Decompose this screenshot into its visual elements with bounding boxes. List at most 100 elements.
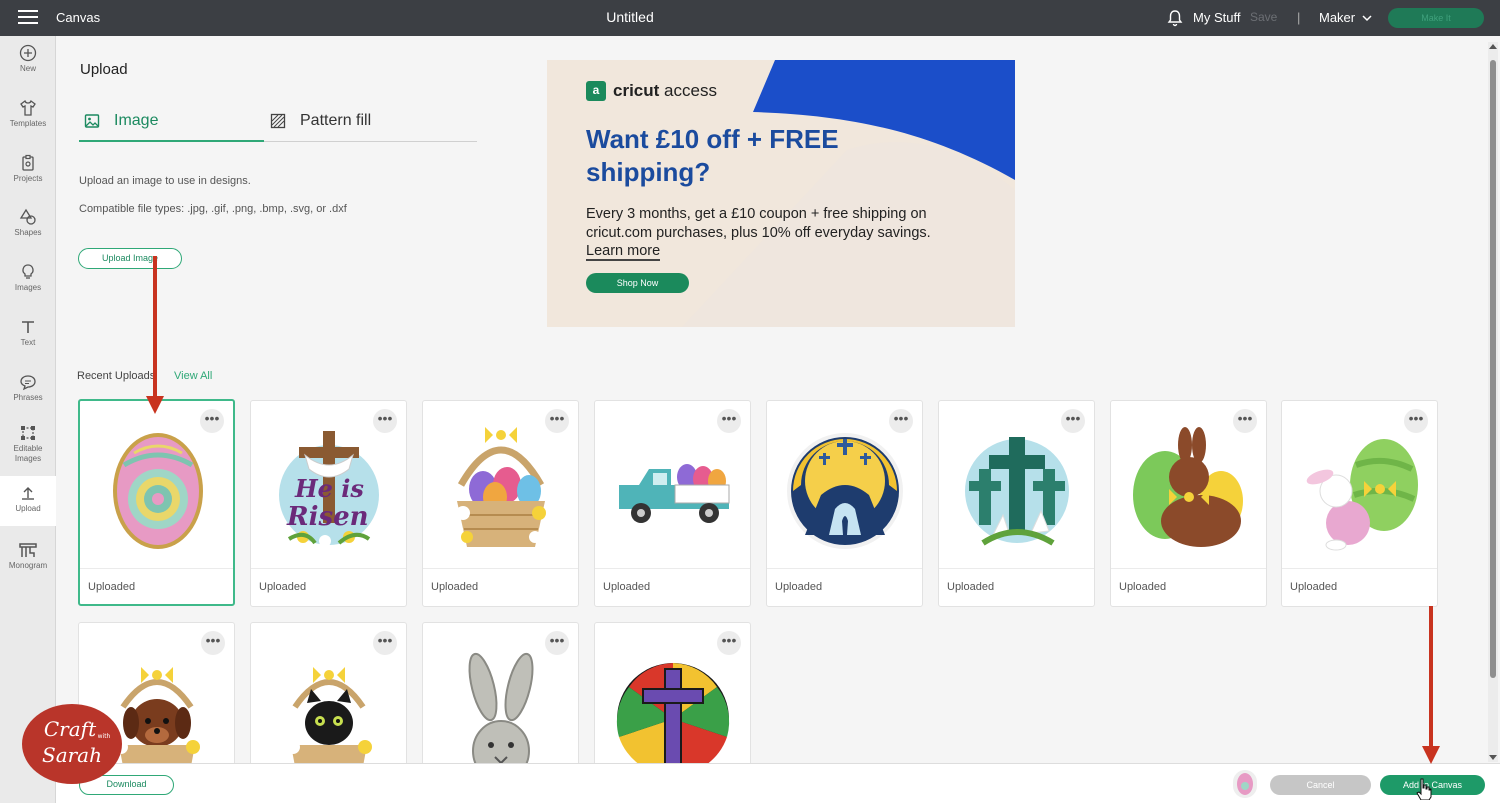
easter-egg-mandala-image — [113, 433, 203, 549]
scroll-down-arrow-icon[interactable] — [1489, 755, 1497, 760]
svg-text:with: with — [98, 733, 111, 740]
upload-card-easter-basket[interactable]: ••• Uploaded — [422, 400, 579, 607]
compatible-file-types: Compatible file types: .jpg, .gif, .png,… — [79, 203, 347, 215]
shapes-icon — [19, 208, 36, 225]
chocolate-bunny-image — [1133, 427, 1243, 547]
sidebar-item-label: New — [19, 64, 36, 73]
plus-circle-icon — [19, 44, 37, 62]
active-tab-indicator — [79, 140, 264, 142]
stained-glass-cross-image — [616, 663, 730, 776]
scrollbar-thumb[interactable] — [1490, 60, 1496, 678]
sidebar-item-label: Projects — [13, 174, 43, 183]
sidebar-item-label: Images — [14, 283, 42, 292]
sidebar-item-label: Phrases — [13, 393, 43, 402]
upload-description: Upload an image to use in designs. — [79, 175, 251, 187]
empty-tomb-image — [787, 433, 903, 549]
he-is-risen-cross-image: He is Risen — [279, 431, 379, 547]
bunny-mandala-image — [468, 652, 534, 777]
sidebar-item-images[interactable]: Images — [0, 263, 56, 293]
clipboard-icon — [22, 154, 34, 171]
make-it-button[interactable]: Make It — [1388, 8, 1484, 28]
sidebar-item-templates[interactable]: Templates — [0, 99, 56, 129]
lightbulb-icon — [22, 264, 34, 279]
cricut-access-ad[interactable]: a cricut access Want £10 off + FREE ship… — [547, 60, 1015, 327]
upload-card-empty-tomb[interactable]: ••• Uploaded — [766, 400, 923, 607]
editable-image-icon — [21, 426, 35, 440]
easter-basket-eggs-image — [456, 427, 546, 547]
speech-bubble-icon — [20, 375, 36, 391]
separator: | — [1297, 10, 1301, 25]
svg-text:Risen: Risen — [286, 502, 369, 532]
upload-caption: Uploaded — [1282, 568, 1437, 605]
sidebar-item-editable-images[interactable]: Editable Images — [0, 424, 56, 464]
tab-pattern-fill[interactable]: Pattern fill — [270, 110, 470, 142]
craft-with-sarah-logo: Craft with Sarah — [22, 704, 122, 784]
hand-cursor-icon — [1416, 778, 1432, 800]
add-to-canvas-button[interactable]: Add to Canvas — [1380, 775, 1485, 795]
sidebar-item-shapes[interactable]: Shapes — [0, 208, 56, 238]
page-title: Upload — [80, 61, 128, 78]
upload-card-bunny-egg[interactable]: ••• Uploaded — [1281, 400, 1438, 607]
tab-image[interactable]: Image — [84, 110, 264, 142]
selected-preview-thumbnail — [1233, 770, 1257, 798]
ad-body: Every 3 months, get a £10 coupon + free … — [586, 206, 931, 241]
shop-now-button[interactable]: Shop Now — [586, 273, 689, 293]
learn-more-link[interactable]: Learn more — [586, 243, 661, 261]
upload-caption: Uploaded — [767, 568, 922, 605]
upload-caption: Uploaded — [80, 568, 233, 605]
sidebar-item-projects[interactable]: Projects — [0, 154, 56, 184]
machine-select[interactable]: Maker — [1319, 10, 1355, 25]
upload-caption: Uploaded — [423, 568, 578, 605]
tab-label: Image — [114, 112, 159, 129]
upload-caption: Uploaded — [939, 568, 1094, 605]
scroll-up-arrow-icon[interactable] — [1489, 44, 1497, 49]
upload-caption: Uploaded — [1111, 568, 1266, 605]
top-bar: Canvas Untitled My Stuff Save | Maker Ma… — [0, 0, 1500, 36]
svg-text:Sarah: Sarah — [42, 743, 102, 767]
view-all-link[interactable]: View All — [174, 370, 212, 382]
sidebar-item-label: Monogram — [8, 561, 48, 570]
sidebar-item-text[interactable]: Text — [0, 318, 56, 348]
bunny-with-egg-image — [1306, 439, 1418, 551]
sidebar-item-new[interactable]: New — [0, 44, 56, 74]
image-icon — [84, 114, 100, 128]
sidebar-item-label: Templates — [9, 119, 47, 128]
ad-headline: Want £10 off + FREE shipping? — [586, 124, 839, 187]
text-icon — [22, 321, 34, 333]
monogram-icon — [19, 543, 37, 557]
tab-label: Pattern fill — [300, 112, 372, 129]
sidebar-item-upload[interactable]: Upload — [0, 476, 56, 526]
three-crosses-lilies-image — [965, 437, 1069, 546]
sidebar-item-label: Editable Images — [13, 444, 43, 463]
sidebar-item-label: Text — [20, 338, 36, 347]
upload-caption: Uploaded — [251, 568, 406, 605]
upload-card-three-crosses[interactable]: ••• Uploaded — [938, 400, 1095, 607]
upload-card-easter-egg[interactable]: ••• Uploaded — [78, 399, 235, 606]
upload-card-truck[interactable]: ••• Uploaded — [594, 400, 751, 607]
recent-uploads-label: Recent Uploads — [77, 370, 156, 382]
save-button[interactable]: Save — [1250, 10, 1277, 24]
red-arrow-down-icon — [1422, 606, 1440, 764]
red-arrow-down-icon — [146, 256, 164, 414]
my-stuff-link[interactable]: My Stuff — [1193, 10, 1240, 25]
svg-text:He is: He is — [294, 474, 364, 503]
upload-icon — [22, 487, 34, 500]
pattern-icon — [270, 113, 286, 129]
upload-caption: Uploaded — [595, 568, 750, 605]
shirt-icon — [20, 99, 36, 116]
chevron-down-icon[interactable] — [1362, 14, 1372, 22]
bell-icon[interactable] — [1166, 9, 1184, 27]
truck-with-eggs-image — [619, 464, 730, 523]
kitten-in-basket-image — [286, 667, 372, 777]
sidebar-item-monogram[interactable]: Monogram — [0, 541, 56, 571]
left-sidebar: New Templates Projects Shapes Images Tex… — [0, 36, 56, 803]
upload-card-he-is-risen[interactable]: ••• He is Risen Uploaded — [250, 400, 407, 607]
upload-card-chocolate-bunny[interactable]: ••• Uploaded — [1110, 400, 1267, 607]
cancel-button[interactable]: Cancel — [1270, 775, 1371, 795]
upload-image-button[interactable]: Upload Image — [78, 248, 182, 269]
sidebar-item-phrases[interactable]: Phrases — [0, 373, 56, 403]
sidebar-item-label: Upload — [15, 504, 41, 513]
document-title: Untitled — [606, 9, 654, 25]
svg-text:Craft: Craft — [44, 717, 97, 741]
sidebar-item-label: Shapes — [14, 228, 42, 237]
